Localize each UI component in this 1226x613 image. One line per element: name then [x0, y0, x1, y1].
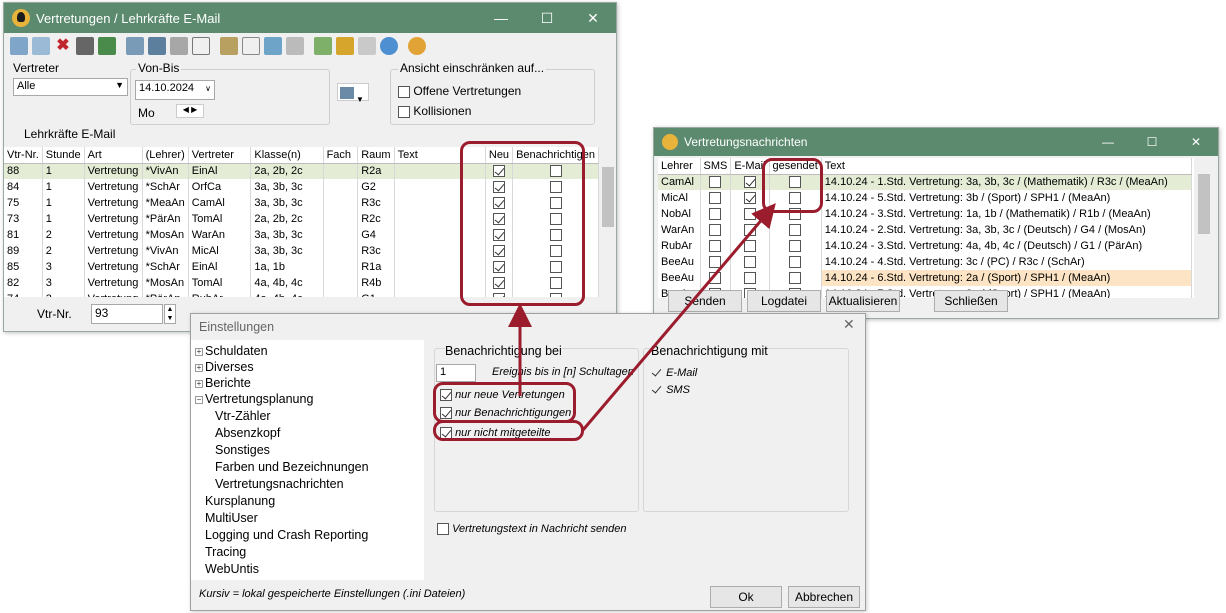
arrow-to-gesendet [581, 203, 776, 431]
annotation-arrows [508, 203, 776, 431]
